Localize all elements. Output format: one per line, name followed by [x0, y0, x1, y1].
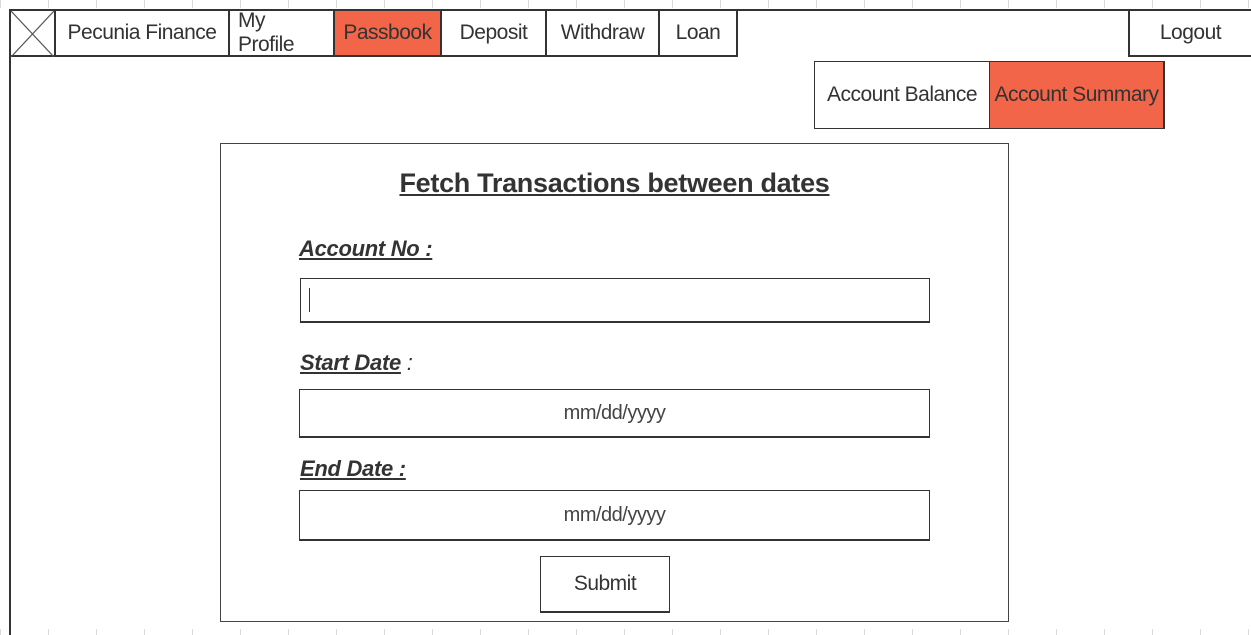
subnav-account-summary[interactable]: Account Summary	[989, 62, 1164, 128]
end-date-placeholder: mm/dd/yyyy	[563, 503, 666, 526]
end-date-input[interactable]: mm/dd/yyyy	[299, 490, 930, 541]
account-no-label-colon: :	[419, 236, 433, 261]
end-date-label: End Date :	[300, 456, 406, 482]
form-title: Fetch Transactions between dates	[399, 168, 830, 198]
submit-button[interactable]: Submit	[540, 556, 670, 613]
account-no-label: Account No :	[299, 236, 433, 262]
start-date-input[interactable]: mm/dd/yyyy	[299, 389, 930, 438]
start-date-label: Start Date :	[300, 350, 413, 376]
start-date-label-colon: :	[400, 350, 413, 375]
end-date-label-text: End Date	[300, 456, 393, 481]
fetch-transactions-form: Fetch Transactions between dates Account…	[220, 143, 1009, 622]
account-no-input[interactable]	[300, 278, 930, 323]
nav-my-profile[interactable]: My Profile	[228, 9, 333, 57]
nav-withdraw[interactable]: Withdraw	[545, 9, 658, 57]
nav-deposit[interactable]: Deposit	[440, 9, 545, 57]
placeholder-image-icon	[11, 11, 54, 57]
nav-pecunia-finance[interactable]: Pecunia Finance	[54, 9, 228, 57]
logo	[9, 9, 54, 57]
account-no-label-text: Account No	[299, 236, 420, 261]
start-date-placeholder: mm/dd/yyyy	[563, 401, 666, 424]
text-caret	[309, 288, 310, 312]
passbook-subnav: Account Balance Account Summary	[814, 61, 1165, 129]
top-navbar: Pecunia Finance My Profile Passbook Depo…	[9, 9, 738, 59]
end-date-label-colon: :	[392, 456, 406, 481]
nav-loan[interactable]: Loan	[658, 9, 738, 57]
logout-button[interactable]: Logout	[1128, 9, 1251, 57]
subnav-account-balance[interactable]: Account Balance	[815, 62, 989, 128]
nav-passbook[interactable]: Passbook	[333, 9, 440, 57]
ruler-top	[0, 0, 1251, 8]
start-date-label-text: Start Date	[300, 350, 401, 375]
